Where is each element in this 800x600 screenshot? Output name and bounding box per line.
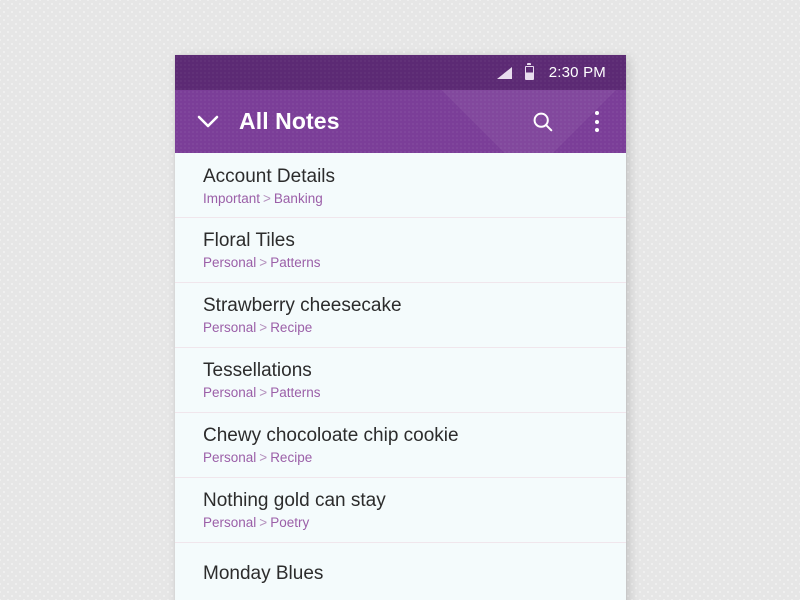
- note-folder: Personal: [203, 320, 257, 336]
- note-list-item[interactable]: Account Details Important > Banking: [175, 153, 626, 218]
- note-breadcrumb: Personal > Patterns: [203, 255, 626, 271]
- note-title: Chewy chocoloate chip cookie: [203, 424, 459, 446]
- overflow-menu-dots: [595, 109, 599, 135]
- breadcrumb-separator: >: [259, 320, 268, 336]
- app-bar: All Notes: [175, 90, 626, 153]
- note-list-item[interactable]: Floral Tiles Personal > Patterns: [175, 218, 626, 283]
- breadcrumb-separator: >: [259, 450, 268, 466]
- note-subfolder: Patterns: [270, 255, 321, 271]
- note-subfolder: Recipe: [270, 450, 313, 466]
- note-breadcrumb: Personal > Patterns: [203, 385, 626, 401]
- status-bar: 2:30 PM: [175, 55, 626, 90]
- note-list-item[interactable]: Nothing gold can stay Personal > Poetry: [175, 478, 626, 543]
- breadcrumb-separator: >: [259, 515, 268, 531]
- note-folder: Personal: [203, 385, 257, 401]
- note-title: Strawberry cheesecake: [203, 294, 402, 316]
- breadcrumb-separator: >: [259, 255, 268, 271]
- note-folder: Personal: [203, 255, 257, 271]
- note-list-item[interactable]: Strawberry cheesecake Personal > Recipe: [175, 283, 626, 348]
- phone-screen: 2:30 PM All Notes Account Details Importa…: [175, 55, 626, 600]
- page-title: All Notes: [239, 108, 340, 134]
- breadcrumb-separator: >: [259, 385, 268, 401]
- note-subfolder: Banking: [273, 191, 323, 207]
- signal-bars-icon: [496, 66, 512, 79]
- note-title: Monday Blues: [203, 562, 324, 584]
- note-list-item[interactable]: Chewy chocoloate chip cookie Personal > Rec…: [175, 413, 626, 478]
- note-subfolder: Poetry: [270, 515, 310, 531]
- note-breadcrumb: Personal > Poetry: [203, 515, 626, 531]
- note-breadcrumb: Important > Banking: [203, 191, 626, 207]
- overflow-menu-icon[interactable]: [586, 105, 608, 139]
- breadcrumb-separator: >: [263, 191, 271, 207]
- status-bar-icons: 2:30 PM: [496, 64, 606, 81]
- note-title: Account Details: [203, 165, 336, 187]
- note-title: Nothing gold can stay: [203, 489, 386, 511]
- note-list-item[interactable]: Tessellations Personal > Patterns: [175, 348, 626, 413]
- note-folder: Personal: [203, 450, 257, 466]
- search-icon[interactable]: [526, 105, 560, 139]
- chevron-down-icon[interactable]: [194, 108, 222, 136]
- note-breadcrumb: Personal > Recipe: [203, 320, 626, 336]
- note-subfolder: Recipe: [270, 320, 313, 336]
- note-breadcrumb: Personal > Recipe: [203, 450, 626, 466]
- note-list-item[interactable]: Monday Blues: [175, 543, 626, 600]
- note-folder: Personal: [203, 515, 257, 531]
- note-folder: Important: [203, 191, 261, 207]
- status-bar-time: 2:30 PM: [548, 64, 606, 81]
- battery-icon: [524, 65, 534, 80]
- note-subfolder: Patterns: [270, 385, 321, 401]
- note-title: Tessellations: [203, 359, 312, 381]
- note-title: Floral Tiles: [203, 229, 295, 251]
- notes-list[interactable]: Account Details Important > Banking Floral T…: [175, 153, 626, 600]
